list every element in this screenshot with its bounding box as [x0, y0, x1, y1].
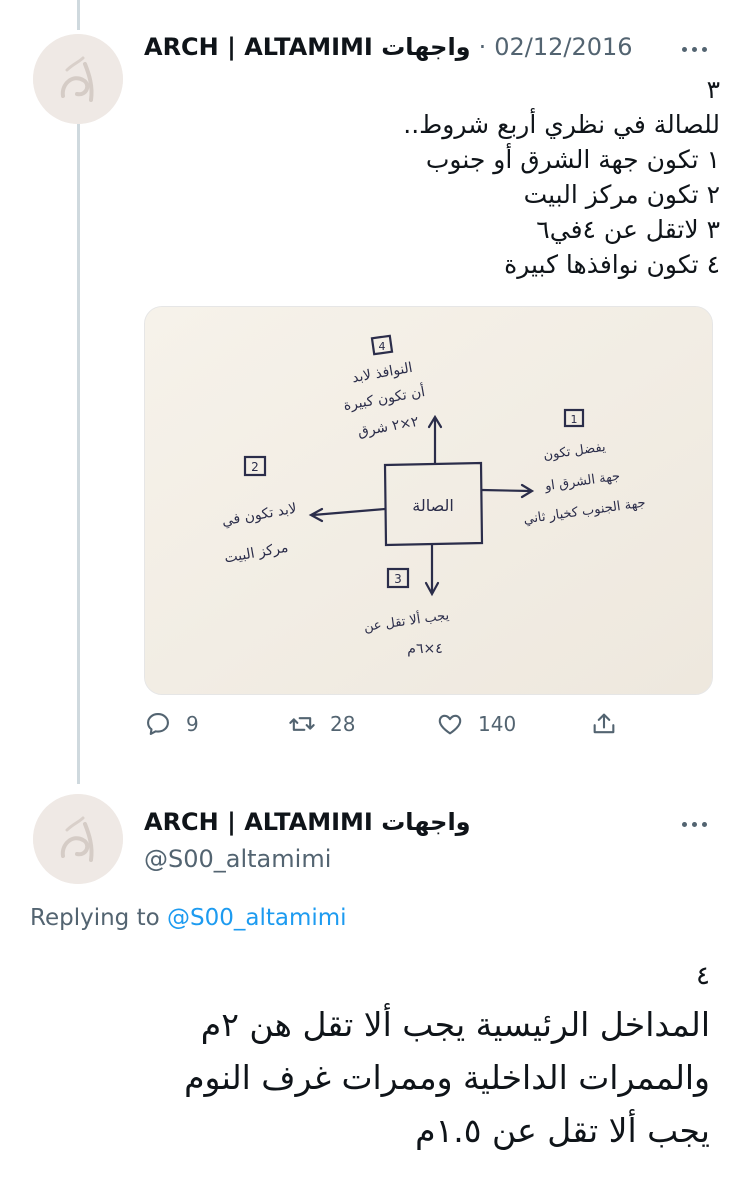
tweet-line: ٣ لاتقل عن ٤في٦: [536, 215, 720, 244]
replying-to: Replying to @S00_altamimi: [30, 905, 347, 931]
sketch-drawing: الصالة 4 1 2 3 النوافذ لابد أن تكون كبير…: [145, 307, 712, 694]
tweet-text: ٤ المداخل الرئيسية يجب ألا تقل هن ٢م وال…: [184, 954, 710, 1157]
author-name[interactable]: ARCH | ALTAMIMI واجهات: [144, 808, 471, 836]
tweet-line: ٣: [706, 75, 720, 104]
tweet-actions: 9 28 140: [144, 710, 624, 750]
replying-label: Replying to: [30, 905, 160, 931]
retweet-button[interactable]: 28: [288, 710, 355, 738]
sketch-note: ٤×٦م: [407, 641, 442, 657]
retweet-icon: [289, 717, 315, 731]
tweet-header: ARCH | ALTAMIMI واجهات · 02/12/2016: [144, 33, 633, 61]
thread-line-top: [77, 0, 80, 30]
tweet-line: للصالة في نظري أربع شروط..: [403, 110, 720, 139]
author-handle[interactable]: @S00_altamimi: [144, 845, 331, 873]
tweet-line: المداخل الرئيسية يجب ألا تقل هن ٢م: [200, 1005, 710, 1044]
date-separator: ·: [478, 33, 487, 61]
replying-handle-link[interactable]: @S00_altamimi: [167, 905, 347, 931]
like-count: 140: [478, 712, 517, 736]
tweet-line: ٤ تكون نوافذها كبيرة: [504, 250, 720, 279]
tweet-line: ١ تكون جهة الشرق أو جنوب: [425, 145, 720, 174]
tweet-image[interactable]: الصالة 4 1 2 3 النوافذ لابد أن تكون كبير…: [144, 306, 713, 695]
more-icon[interactable]: [682, 822, 707, 827]
tweet-line: ٢ تكون مركز البيت: [523, 180, 720, 209]
heart-icon: [438, 714, 462, 735]
share-button[interactable]: [590, 710, 618, 738]
retweet-count: 28: [330, 712, 356, 736]
share-icon: [593, 713, 615, 734]
sketch-number: 2: [251, 460, 259, 474]
reply-count: 9: [186, 712, 199, 736]
tweet-date[interactable]: 02/12/2016: [494, 33, 632, 61]
tweet-line: يجب ألا تقل عن ١.٥م: [415, 1111, 710, 1150]
avatar[interactable]: [33, 34, 123, 124]
avatar[interactable]: [33, 794, 123, 884]
more-icon[interactable]: [682, 47, 707, 52]
like-button[interactable]: 140: [436, 710, 516, 738]
author-name[interactable]: ARCH | ALTAMIMI واجهات: [144, 33, 471, 61]
reply-button[interactable]: 9: [144, 710, 199, 738]
sketch-center-label: الصالة: [412, 496, 454, 515]
tweet-line: ٤: [696, 961, 710, 991]
tweet-text: ٣ للصالة في نظري أربع شروط.. ١ تكون جهة …: [403, 72, 720, 282]
reply-icon: [147, 713, 169, 735]
sketch-number: 3: [394, 572, 402, 586]
sketch-number: 4: [379, 340, 386, 353]
tweet-header: ARCH | ALTAMIMI واجهات: [144, 808, 471, 836]
tweet-line: والممرات الداخلية وممرات غرف النوم: [184, 1058, 710, 1097]
sketch-number: 1: [571, 413, 578, 426]
thread-line-middle: [77, 124, 80, 784]
